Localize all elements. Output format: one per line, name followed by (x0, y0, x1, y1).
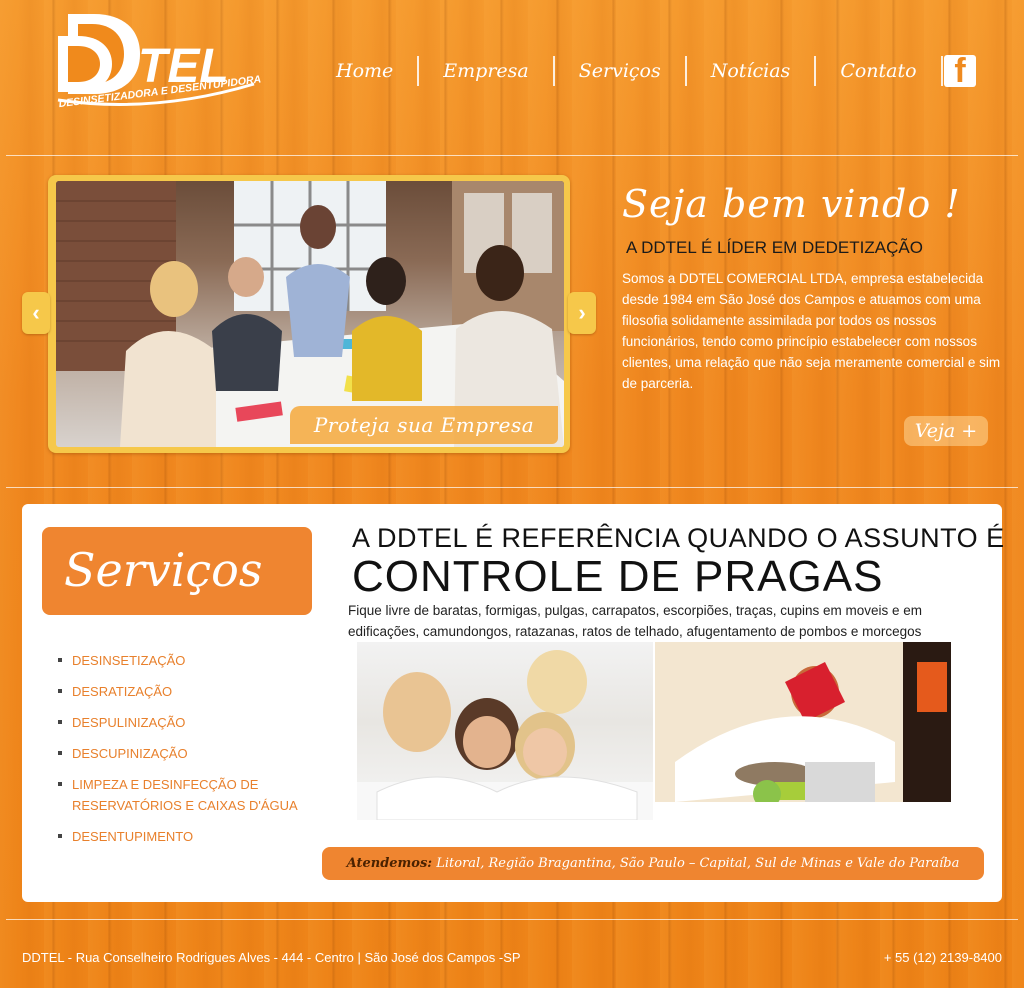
family-photo (357, 642, 653, 820)
service-link-desratizacao[interactable]: DESRATIZAÇÃO (58, 681, 342, 702)
divider-top (6, 155, 1018, 156)
woman-resting-photo (655, 642, 951, 820)
service-link-desentupimento[interactable]: DESENTUPIMENTO (58, 826, 342, 847)
services-list: DESINSETIZAÇÃO DESRATIZAÇÃO DESPULINIZAÇ… (56, 650, 342, 857)
slider-next-button[interactable]: › (568, 292, 596, 334)
nav-contato[interactable]: Contato (816, 56, 943, 86)
service-link-despulinizacao[interactable]: DESPULINIZAÇÃO (58, 712, 342, 733)
main-nav: Home Empresa Serviços Notícias Contato (312, 48, 943, 94)
divider-bottom (6, 919, 1018, 920)
nav-empresa[interactable]: Empresa (419, 56, 555, 86)
reference-headline: A DDTEL É REFERÊNCIA QUANDO O ASSUNTO É (352, 523, 1005, 553)
footer-address: DDTEL - Rua Conselheiro Rodrigues Alves … (22, 950, 521, 965)
welcome-subtitle: A DDTEL É LÍDER EM DEDETIZAÇÃO (626, 238, 923, 257)
nav-noticias[interactable]: Notícias (687, 56, 817, 86)
service-area-banner: Atendemos: Litoral, Região Bragantina, S… (322, 847, 984, 880)
reference-title: CONTROLE DE PRAGAS (352, 552, 884, 601)
welcome-body: Somos a DDTEL COMERCIAL LTDA, empresa es… (622, 271, 1001, 391)
nav-home[interactable]: Home (312, 56, 420, 86)
divider-middle (6, 487, 1018, 488)
service-area-label: Atendemos: (346, 856, 433, 871)
veja-mais-button[interactable]: Veja + (904, 416, 988, 446)
service-link-descupinizacao[interactable]: DESCUPINIZAÇÃO (58, 743, 342, 764)
nav-servicos[interactable]: Serviços (555, 56, 687, 86)
logo-mark: TEL (57, 14, 255, 106)
service-link-limpeza-reservatorios[interactable]: LIMPEZA E DESINFECÇÃO DE RESERVATÓRIOS E… (58, 774, 342, 816)
chevron-left-icon: ‹ (32, 300, 40, 325)
footer-phone: + 55 (12) 2139-8400 (883, 950, 1002, 965)
welcome-title: Seja bem vindo ! (622, 182, 961, 226)
reference-text: Fique livre de baratas, formigas, pulgas… (348, 603, 923, 639)
ddtel-logo[interactable]: TEL DESINSETIZADORA E DESENTUPIDORA (54, 6, 264, 130)
slider-caption: Proteja sua Empresa (290, 406, 558, 444)
services-heading: Serviços (42, 527, 312, 615)
service-area-text: Litoral, Região Bragantina, São Paulo – … (436, 856, 960, 871)
facebook-icon[interactable]: f (944, 52, 976, 90)
chevron-right-icon: › (578, 300, 586, 325)
slider-prev-button[interactable]: ‹ (22, 292, 50, 334)
service-link-desinsetizacao[interactable]: DESINSETIZAÇÃO (58, 650, 342, 671)
